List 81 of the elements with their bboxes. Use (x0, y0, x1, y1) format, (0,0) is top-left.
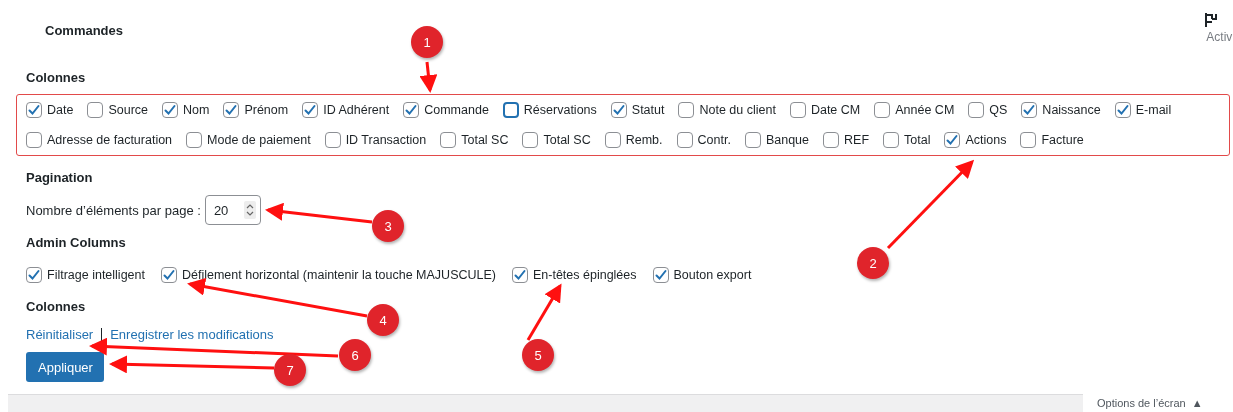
callout-badge: 7 (274, 354, 306, 386)
checkbox-label[interactable]: Banque (765, 130, 809, 150)
checkbox[interactable] (1021, 102, 1038, 118)
checkbox[interactable] (874, 102, 891, 118)
checkbox[interactable] (162, 102, 178, 118)
checkbox[interactable] (968, 102, 985, 118)
field-label: Nombre d’éléments par page : (26, 202, 201, 218)
checkbox[interactable] (1114, 102, 1131, 118)
checkbox[interactable] (26, 132, 42, 148)
callout-badge: 6 (339, 339, 371, 371)
checkbox-label[interactable]: Facture (1041, 130, 1084, 150)
checkbox[interactable] (789, 102, 806, 118)
section-title: Admin Columns (26, 235, 127, 251)
checkbox[interactable] (223, 102, 240, 118)
checkbox[interactable] (944, 132, 961, 148)
checkbox-label[interactable]: Remb. (625, 130, 663, 150)
spinner-icon[interactable] (243, 201, 256, 219)
checkbox-label[interactable]: Filtrage intelligent (47, 265, 145, 285)
save-link[interactable]: Enregistrer les modifications (110, 327, 274, 342)
checkbox[interactable] (1020, 132, 1037, 148)
checkbox-label[interactable]: ID Adhérent (323, 100, 390, 120)
checkbox-label[interactable]: Naissance (1042, 100, 1101, 120)
arrow (526, 283, 562, 341)
checkbox[interactable] (26, 267, 42, 283)
checkbox[interactable] (324, 132, 341, 148)
callout-badge: 3 (372, 210, 404, 242)
checkbox-label[interactable]: Statut (631, 100, 665, 120)
checkbox-label[interactable]: Note du client (699, 100, 776, 120)
section-title: Colonnes (26, 70, 87, 86)
callout-badge: 5 (522, 339, 554, 371)
section-title: Pagination (26, 170, 94, 186)
checkbox[interactable] (403, 102, 420, 118)
checkbox[interactable] (87, 102, 104, 118)
arrow (419, 61, 438, 93)
number-input[interactable]: 20 (204, 195, 261, 225)
checkbox[interactable] (676, 132, 693, 148)
checkbox-label[interactable]: QS (989, 100, 1008, 120)
checkbox-label[interactable]: En-têtes épinglées (533, 265, 637, 285)
flag-icon[interactable] (1203, 12, 1219, 28)
checkbox-label[interactable]: Total SC (461, 130, 509, 150)
checkbox[interactable] (823, 132, 839, 148)
checkbox[interactable] (440, 132, 457, 148)
apply-button[interactable]: Appliquer (26, 352, 104, 382)
checkbox-label[interactable]: Contr. (697, 130, 731, 150)
checkbox-label[interactable]: Réservations (523, 100, 597, 120)
checkbox-label[interactable]: Année CM (895, 100, 955, 120)
checkbox-label[interactable]: Total (904, 130, 931, 150)
checkbox-label[interactable]: Bouton export (673, 265, 752, 285)
checkbox[interactable] (302, 102, 319, 118)
checkbox[interactable] (502, 102, 519, 118)
checkbox-label[interactable]: Date (47, 100, 74, 120)
checkbox-label[interactable]: Source (108, 100, 148, 120)
checkbox-label[interactable]: Mode de paiement (207, 130, 311, 150)
checkbox[interactable] (186, 132, 203, 148)
checkbox-label[interactable]: Actions (965, 130, 1007, 150)
checkbox-label[interactable]: Nom (183, 100, 210, 120)
checkbox[interactable] (678, 102, 695, 118)
checkbox-label[interactable]: Total SC (543, 130, 591, 150)
checkbox[interactable] (744, 132, 761, 148)
checkbox-label[interactable]: Prénom (244, 100, 289, 120)
checkbox-label[interactable]: E-mail (1135, 100, 1172, 120)
callout-badge: 4 (367, 304, 399, 336)
checkbox-label[interactable]: Commande (424, 100, 489, 120)
checkbox-label[interactable]: Date CM (810, 100, 861, 120)
checkbox[interactable] (883, 132, 899, 148)
callout-badge: 1 (411, 26, 443, 58)
checkbox[interactable] (26, 102, 42, 118)
page-title: Commandes (45, 22, 124, 40)
checkbox[interactable] (512, 267, 528, 283)
checkbox-label[interactable]: Défilement horizontal (maintenir la touche MAJUSCULE) (181, 265, 496, 285)
checkbox-label[interactable]: ID Transaction (345, 130, 427, 150)
checkbox[interactable] (160, 267, 177, 283)
callout-badge: 2 (857, 247, 889, 279)
checkbox[interactable] (652, 267, 669, 283)
checkbox[interactable] (610, 102, 627, 118)
section-title: Colonnes (26, 299, 87, 315)
reset-link[interactable]: Réinitialiser (26, 327, 94, 342)
checkbox[interactable] (604, 132, 621, 148)
checkbox-label[interactable]: Adresse de facturation (47, 130, 173, 150)
checkbox[interactable] (522, 132, 539, 148)
checkbox-label[interactable]: REF (844, 130, 869, 150)
